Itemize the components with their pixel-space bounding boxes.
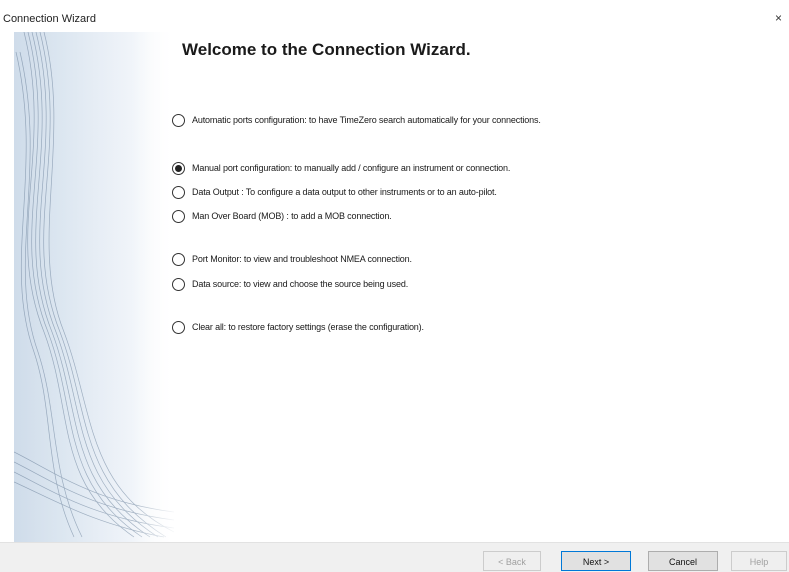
radio-button[interactable] [172, 185, 185, 199]
connection-wizard-window: Connection Wizard × Welcome to the Conne… [0, 0, 789, 572]
cancel-button[interactable]: Cancel [648, 551, 718, 571]
title-bar: Connection Wizard × [0, 0, 789, 28]
wave-lines-graphic [14, 32, 174, 542]
option-manual-port[interactable]: Manual port configuration: to manually a… [172, 160, 510, 176]
radio-button[interactable] [172, 252, 185, 266]
radio-button-selected[interactable] [172, 161, 185, 175]
radio-button[interactable] [172, 113, 185, 127]
option-label: Port Monitor: to view and troubleshoot N… [192, 254, 412, 264]
option-data-output[interactable]: Data Output : To configure a data output… [172, 184, 497, 200]
window-title: Connection Wizard [3, 13, 96, 25]
next-button[interactable]: Next > [561, 551, 631, 571]
button-bar: < Back Next > Cancel Help [0, 542, 789, 572]
close-icon[interactable]: × [775, 10, 789, 26]
page-title: Welcome to the Connection Wizard. [182, 40, 471, 59]
option-label: Man Over Board (MOB) : to add a MOB conn… [192, 211, 392, 221]
option-data-source[interactable]: Data source: to view and choose the sour… [172, 276, 408, 292]
option-automatic-ports[interactable]: Automatic ports configuration: to have T… [172, 112, 541, 128]
back-button[interactable]: < Back [483, 551, 541, 571]
option-clear-all[interactable]: Clear all: to restore factory settings (… [172, 319, 424, 335]
help-button[interactable]: Help [731, 551, 787, 571]
radio-button[interactable] [172, 209, 185, 223]
option-man-over-board[interactable]: Man Over Board (MOB) : to add a MOB conn… [172, 208, 392, 224]
option-port-monitor[interactable]: Port Monitor: to view and troubleshoot N… [172, 251, 412, 267]
radio-button[interactable] [172, 320, 185, 334]
option-label: Automatic ports configuration: to have T… [192, 115, 541, 125]
radio-button[interactable] [172, 277, 185, 291]
option-label: Manual port configuration: to manually a… [192, 163, 511, 173]
option-label: Data source: to view and choose the sour… [192, 279, 409, 289]
wizard-side-graphic [14, 32, 174, 542]
option-label: Clear all: to restore factory settings (… [192, 322, 424, 332]
option-label: Data Output : To configure a data output… [192, 187, 497, 197]
